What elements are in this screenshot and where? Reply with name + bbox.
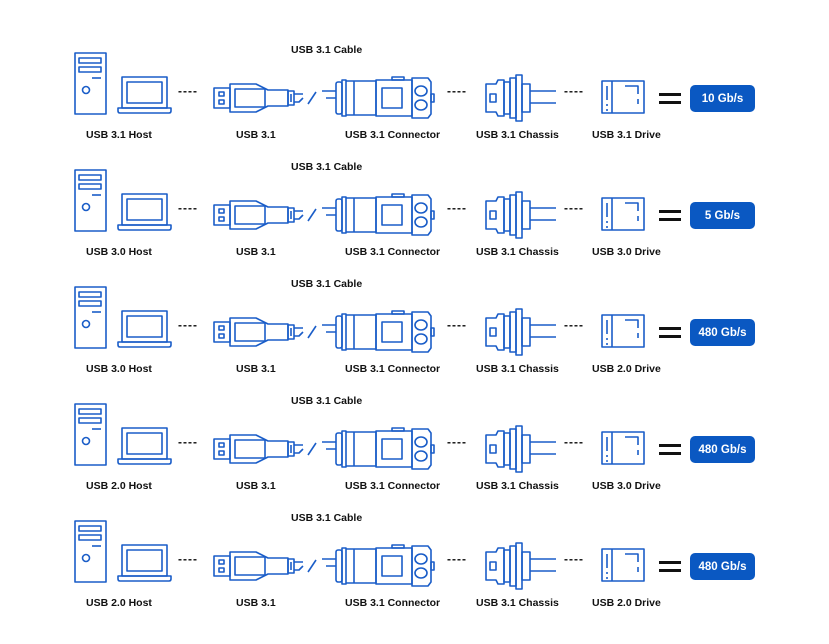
usb-chassis-icon [485,191,556,239]
separator: ---- [564,201,584,215]
connector-label: USB 3.1 Connector [345,129,441,141]
host-label: USB 3.1 Host [86,129,152,141]
drive-label: USB 3.0 Drive [592,246,661,258]
usb-connector-icon [322,76,435,119]
separator: ---- [447,552,467,566]
drive-icon [601,548,645,582]
separator: ---- [447,201,467,215]
cable-label: USB 3.1 Cable [291,395,363,407]
speed-badge: 5 Gb/s [690,202,755,229]
chassis-label: USB 3.1 Chassis [476,597,559,609]
speed-badge: 480 Gb/s [690,436,755,463]
laptop-icon [117,76,172,114]
usb-plug-icon [213,551,317,581]
laptop-icon [117,544,172,582]
host-label: USB 2.0 Host [86,597,152,609]
plug-label: USB 3.1 [236,246,276,258]
separator: ---- [178,201,198,215]
plug-label: USB 3.1 [236,363,276,375]
usb-plug-icon [213,83,317,113]
separator: ---- [564,318,584,332]
laptop-icon [117,427,172,465]
separator: ---- [564,435,584,449]
host-label: USB 3.0 Host [86,246,152,258]
compatibility-row: USB 3.1 Cable ---- [0,395,829,512]
cable-label: USB 3.1 Cable [291,44,363,56]
usb-connector-icon [322,427,435,470]
equals-icon [659,444,681,456]
drive-label: USB 2.0 Drive [592,597,661,609]
compatibility-row: USB 3.1 Cable ---- [0,161,829,278]
usb-chassis-icon [485,425,556,473]
host-label: USB 3.0 Host [86,363,152,375]
speed-badge: 480 Gb/s [690,553,755,580]
separator: ---- [178,318,198,332]
drive-icon [601,314,645,348]
separator: ---- [447,435,467,449]
separator: ---- [178,84,198,98]
chassis-label: USB 3.1 Chassis [476,480,559,492]
cable-label: USB 3.1 Cable [291,161,363,173]
drive-label: USB 3.0 Drive [592,480,661,492]
usb-chassis-icon [485,542,556,590]
usb-connector-icon [322,310,435,353]
connector-label: USB 3.1 Connector [345,363,441,375]
speed-badge: 10 Gb/s [690,85,755,112]
equals-icon [659,327,681,339]
desktop-tower-icon [74,403,107,466]
laptop-icon [117,193,172,231]
connector-label: USB 3.1 Connector [345,597,441,609]
laptop-icon [117,310,172,348]
drive-icon [601,197,645,231]
compatibility-row: USB 3.1 Cable ---- [0,512,829,629]
drive-label: USB 3.1 Drive [592,129,661,141]
cable-label: USB 3.1 Cable [291,278,363,290]
chassis-label: USB 3.1 Chassis [476,129,559,141]
usb-connector-icon [322,193,435,236]
drive-label: USB 2.0 Drive [592,363,661,375]
drive-icon [601,431,645,465]
separator: ---- [564,552,584,566]
separator: ---- [447,318,467,332]
plug-label: USB 3.1 [236,129,276,141]
usb-plug-icon [213,200,317,230]
chassis-label: USB 3.1 Chassis [476,246,559,258]
compatibility-row: USB 3.1 Cable ---- [0,278,829,395]
speed-badge: 480 Gb/s [690,319,755,346]
separator: ---- [178,552,198,566]
separator: ---- [178,435,198,449]
usb-chassis-icon [485,308,556,356]
desktop-tower-icon [74,520,107,583]
separator: ---- [564,84,584,98]
usb-connector-icon [322,544,435,587]
desktop-tower-icon [74,169,107,232]
usb-plug-icon [213,434,317,464]
plug-label: USB 3.1 [236,597,276,609]
chassis-label: USB 3.1 Chassis [476,363,559,375]
connector-label: USB 3.1 Connector [345,246,441,258]
usb-plug-icon [213,317,317,347]
compatibility-row: USB 3.1 Cable ---- [0,44,829,161]
connector-label: USB 3.1 Connector [345,480,441,492]
host-label: USB 2.0 Host [86,480,152,492]
drive-icon [601,80,645,114]
equals-icon [659,561,681,573]
equals-icon [659,210,681,222]
plug-label: USB 3.1 [236,480,276,492]
separator: ---- [447,84,467,98]
desktop-tower-icon [74,52,107,115]
desktop-tower-icon [74,286,107,349]
cable-label: USB 3.1 Cable [291,512,363,524]
usb-chassis-icon [485,74,556,122]
equals-icon [659,93,681,105]
